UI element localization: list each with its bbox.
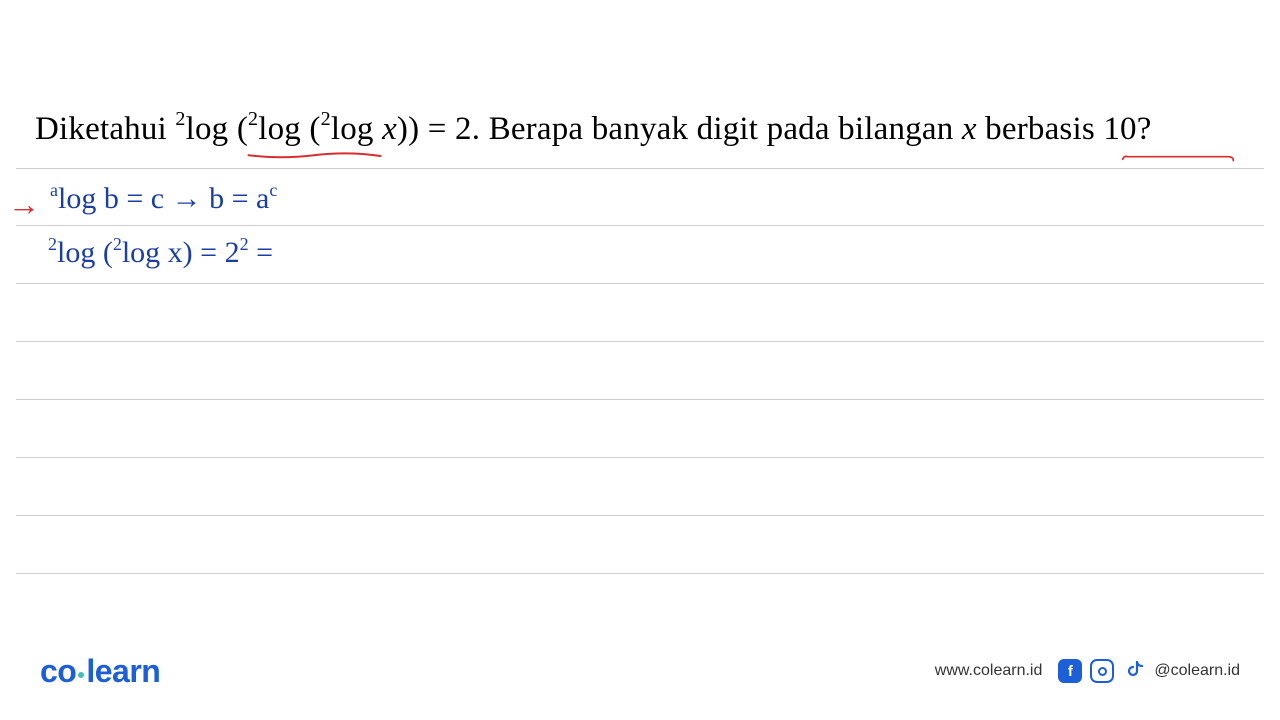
rule-line: [16, 168, 1264, 169]
text-prefix: Diketahui: [35, 111, 175, 147]
log-word-3: log: [331, 111, 382, 147]
handwritten-rule: alog b = c → b = ac: [50, 182, 277, 216]
logo-part-1: co: [40, 653, 76, 689]
rule-line: [16, 341, 1264, 342]
red-underline-1: [232, 152, 397, 160]
tiktok-icon: [1122, 659, 1146, 683]
question-tail: berbasis 10?: [977, 111, 1152, 147]
rule-line: [16, 457, 1264, 458]
log-word-2: log (: [258, 111, 320, 147]
sup-2-hw3: 2: [240, 234, 249, 254]
sup-2-b: 2: [248, 108, 258, 130]
social-handle: @colearn.id: [1154, 662, 1240, 680]
red-arrow-icon: →: [8, 186, 40, 223]
brand-logo: colearn: [40, 653, 160, 690]
footer: colearn www.colearn.id f @colearn.id: [0, 640, 1280, 720]
footer-right: www.colearn.id f @colearn.id: [935, 659, 1240, 683]
handwritten-step: 2log (2log x) = 22 =: [48, 236, 273, 270]
rule-line: [16, 573, 1264, 574]
rule-line: [16, 283, 1264, 284]
facebook-icon: f: [1058, 659, 1082, 683]
red-underline-2: [1093, 154, 1263, 162]
whiteboard-area: Diketahui 2log (2log (2log x)) = 2. Bera…: [0, 0, 1280, 720]
hw-body-2: log x) = 2: [122, 236, 240, 269]
social-icons: f @colearn.id: [1058, 659, 1240, 683]
question-rest: Berapa banyak digit pada bilangan: [489, 111, 962, 147]
sup-2-hw2: 2: [113, 234, 122, 254]
instagram-icon: [1090, 659, 1114, 683]
rule-line: [16, 399, 1264, 400]
var-x-2: x: [962, 111, 977, 147]
sup-a: a: [50, 180, 58, 200]
logo-dot-icon: [78, 672, 84, 678]
var-x: x: [382, 111, 397, 147]
paren-open: (: [228, 111, 248, 147]
problem-statement: Diketahui 2log (2log (2log x)) = 2. Bera…: [35, 110, 1265, 148]
rule-body: log b = c → b = a: [58, 182, 269, 215]
hw-body-1: log (: [57, 236, 113, 269]
rule-line: [16, 225, 1264, 226]
sup-2-hw1: 2: [48, 234, 57, 254]
website-url: www.colearn.id: [935, 662, 1043, 680]
hw-tail: =: [249, 236, 273, 269]
sup-c: c: [269, 180, 277, 200]
logo-part-2: learn: [86, 653, 160, 689]
sup-2-a: 2: [175, 108, 185, 130]
rule-line: [16, 515, 1264, 516]
sup-2-c: 2: [321, 108, 331, 130]
log-word-1: log: [186, 111, 229, 147]
expr-close: )) = 2.: [397, 111, 489, 147]
